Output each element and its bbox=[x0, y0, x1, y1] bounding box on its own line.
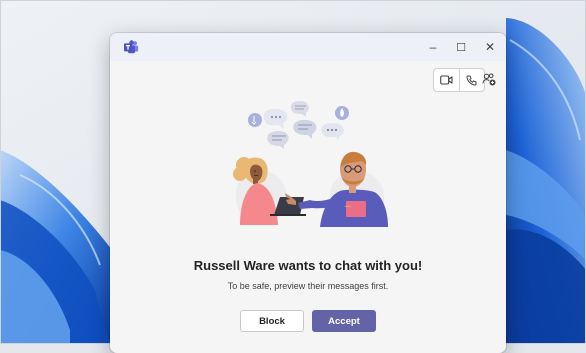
teams-chat-window: – ☐ ✕ Russell Ware wants to chat with yo… bbox=[110, 33, 506, 353]
block-button[interactable]: Block bbox=[240, 310, 304, 332]
accept-button[interactable]: Accept bbox=[312, 310, 376, 332]
woman-avatar bbox=[233, 157, 306, 225]
chat-request-title: Russell Ware wants to chat with you! bbox=[193, 258, 423, 273]
video-camera-icon bbox=[439, 75, 453, 85]
video-call-button[interactable] bbox=[434, 69, 459, 91]
phone-icon bbox=[466, 75, 477, 86]
minimize-button[interactable]: – bbox=[421, 37, 445, 57]
chat-request-illustration bbox=[233, 101, 388, 227]
title-bar[interactable]: – ☐ ✕ bbox=[110, 33, 506, 61]
teams-logo-icon bbox=[123, 39, 139, 55]
maximize-button[interactable]: ☐ bbox=[449, 37, 473, 57]
add-people-icon bbox=[482, 73, 496, 85]
speech-bubbles bbox=[248, 101, 349, 149]
close-button[interactable]: ✕ bbox=[478, 37, 502, 57]
add-people-button[interactable] bbox=[478, 68, 500, 90]
chat-request-subtitle: To be safe, preview their messages first… bbox=[227, 281, 389, 291]
